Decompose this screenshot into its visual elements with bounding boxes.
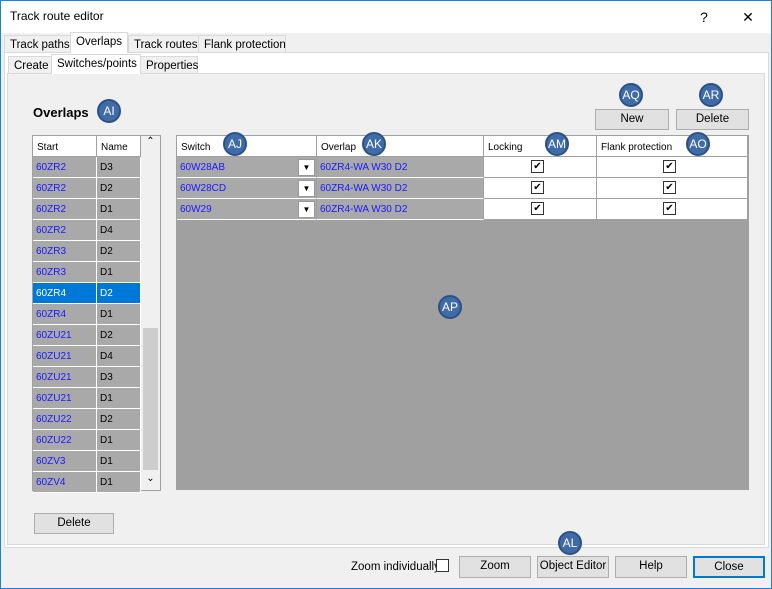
locking-checkbox[interactable]: ✔: [531, 160, 544, 173]
list-item-name[interactable]: D2: [97, 178, 141, 199]
list-item-start[interactable]: 60ZU22: [33, 430, 97, 451]
list-item-name[interactable]: D1: [97, 304, 141, 325]
scroll-down-icon[interactable]: ⌄: [141, 473, 160, 490]
list-item-start[interactable]: 60ZV4: [33, 472, 97, 493]
marker-aj: AJ: [223, 132, 247, 156]
list-item-start[interactable]: 60ZV3: [33, 451, 97, 472]
list-item-start[interactable]: 60ZR2: [33, 199, 97, 220]
marker-ak: AK: [362, 132, 386, 156]
close-icon[interactable]: ✕: [733, 5, 763, 29]
list-item-name[interactable]: D1: [97, 451, 141, 472]
scrollbar[interactable]: ⌃ ⌄: [141, 136, 160, 490]
list-item-start[interactable]: 60ZR2: [33, 157, 97, 178]
list-item-start[interactable]: 60ZR3: [33, 262, 97, 283]
help-icon[interactable]: ?: [689, 5, 719, 29]
list-item-start[interactable]: 60ZR2: [33, 178, 97, 199]
list-item-start[interactable]: 60ZR4: [33, 283, 97, 304]
list-item-start[interactable]: 60ZU21: [33, 388, 97, 409]
list-item-name[interactable]: D2: [97, 241, 141, 262]
column-header-name[interactable]: Name: [97, 136, 141, 157]
switch-value: 60W28CD: [180, 183, 227, 194]
tab-track-routes[interactable]: Track routes: [128, 35, 199, 53]
list-item-start[interactable]: 60ZU22: [33, 409, 97, 430]
locking-cell: ✔: [484, 178, 597, 199]
switch-dropdown-chevron-down-icon[interactable]: ▼: [298, 201, 315, 218]
zoom-individually-label: Zoom individually: [351, 561, 440, 573]
zoom-individually-checkbox[interactable]: [436, 559, 449, 572]
delete-overlap-button[interactable]: Delete: [34, 513, 114, 534]
close-button[interactable]: Close: [693, 556, 765, 578]
list-item-name[interactable]: D1: [97, 430, 141, 451]
switch-dropdown-chevron-down-icon[interactable]: ▼: [298, 180, 315, 197]
list-item-name[interactable]: D1: [97, 199, 141, 220]
switch-cell[interactable]: 60W29: [177, 199, 317, 220]
list-item-start[interactable]: 60ZU21: [33, 367, 97, 388]
tab-flank-protection[interactable]: Flank protection: [198, 35, 286, 53]
column-header-overlap[interactable]: Overlap: [317, 136, 484, 157]
scroll-up-icon[interactable]: ⌃: [141, 136, 160, 153]
locking-cell: ✔: [484, 157, 597, 178]
switch-dropdown-chevron-down-icon[interactable]: ▼: [298, 159, 315, 176]
locking-cell: ✔: [484, 199, 597, 220]
flank-protection-checkbox[interactable]: ✔: [663, 181, 676, 194]
new-button[interactable]: New: [595, 109, 669, 130]
flank-protection-cell: ✔: [597, 199, 748, 220]
scrollbar-thumb[interactable]: [143, 328, 158, 470]
list-item-start[interactable]: 60ZU21: [33, 325, 97, 346]
flank-protection-cell: ✔: [597, 157, 748, 178]
subtab-properties[interactable]: Properties: [140, 56, 198, 74]
tab-track-paths[interactable]: Track paths: [4, 35, 71, 53]
list-item-name[interactable]: D2: [97, 283, 141, 304]
column-header-flank-protection[interactable]: Flank protection: [597, 136, 748, 157]
column-header-locking[interactable]: Locking: [484, 136, 597, 157]
list-item-start[interactable]: 60ZU21: [33, 346, 97, 367]
flank-protection-checkbox[interactable]: ✔: [663, 202, 676, 215]
overlap-cell: 60ZR4-WA W30 D2: [317, 199, 484, 220]
list-item-name[interactable]: D1: [97, 388, 141, 409]
locking-checkbox[interactable]: ✔: [531, 181, 544, 194]
marker-aq: AQ: [619, 83, 643, 107]
switch-value: 60W29: [180, 204, 212, 215]
list-item-start[interactable]: 60ZR2: [33, 220, 97, 241]
column-header-switch[interactable]: Switch: [177, 136, 317, 157]
list-item-name[interactable]: D1: [97, 472, 141, 493]
title-bar: Track route editor ? ✕: [1, 1, 771, 33]
track-route-editor-window: Track route editor ? ✕ Track paths Overl…: [0, 0, 772, 589]
zoom-button[interactable]: Zoom: [459, 556, 531, 578]
overlap-cell: 60ZR4-WA W30 D2: [317, 178, 484, 199]
help-button[interactable]: Help: [615, 556, 687, 578]
list-item-start[interactable]: 60ZR4: [33, 304, 97, 325]
column-header-start[interactable]: Start: [33, 136, 97, 157]
list-item-name[interactable]: D4: [97, 220, 141, 241]
marker-ap: AP: [438, 295, 462, 319]
subtab-switches-points[interactable]: Switches/points: [51, 54, 141, 74]
overlap-cell: 60ZR4-WA W30 D2: [317, 157, 484, 178]
list-item-name[interactable]: D1: [97, 262, 141, 283]
section-title: Overlaps: [33, 105, 89, 120]
flank-protection-checkbox[interactable]: ✔: [663, 160, 676, 173]
switch-value: 60W28AB: [180, 162, 226, 173]
locking-checkbox[interactable]: ✔: [531, 202, 544, 215]
overlap-list[interactable]: Start Name ⌃ ⌄ 60ZR2 D3 60ZR2 D2 60ZR2 D1 6…: [32, 135, 161, 493]
tab-overlaps[interactable]: Overlaps: [70, 32, 128, 53]
list-item-name[interactable]: D2: [97, 325, 141, 346]
list-item-name[interactable]: D3: [97, 367, 141, 388]
switch-table[interactable]: Switch Overlap Locking Flank protection …: [176, 135, 749, 490]
list-item-name[interactable]: D2: [97, 409, 141, 430]
flank-protection-cell: ✔: [597, 178, 748, 199]
subtab-create[interactable]: Create: [8, 56, 52, 74]
marker-al: AL: [558, 531, 582, 555]
object-editor-button[interactable]: Object Editor: [537, 556, 609, 578]
marker-am: AM: [545, 132, 569, 156]
marker-ar: AR: [699, 83, 723, 107]
switch-cell[interactable]: 60W28CD: [177, 178, 317, 199]
delete-button[interactable]: Delete: [676, 109, 749, 130]
switch-cell[interactable]: 60W28AB: [177, 157, 317, 178]
marker-ai: AI: [97, 99, 121, 123]
window-title: Track route editor: [10, 9, 104, 23]
marker-ao: AO: [686, 132, 710, 156]
list-item-name[interactable]: D3: [97, 157, 141, 178]
list-item-name[interactable]: D4: [97, 346, 141, 367]
list-item-start[interactable]: 60ZR3: [33, 241, 97, 262]
